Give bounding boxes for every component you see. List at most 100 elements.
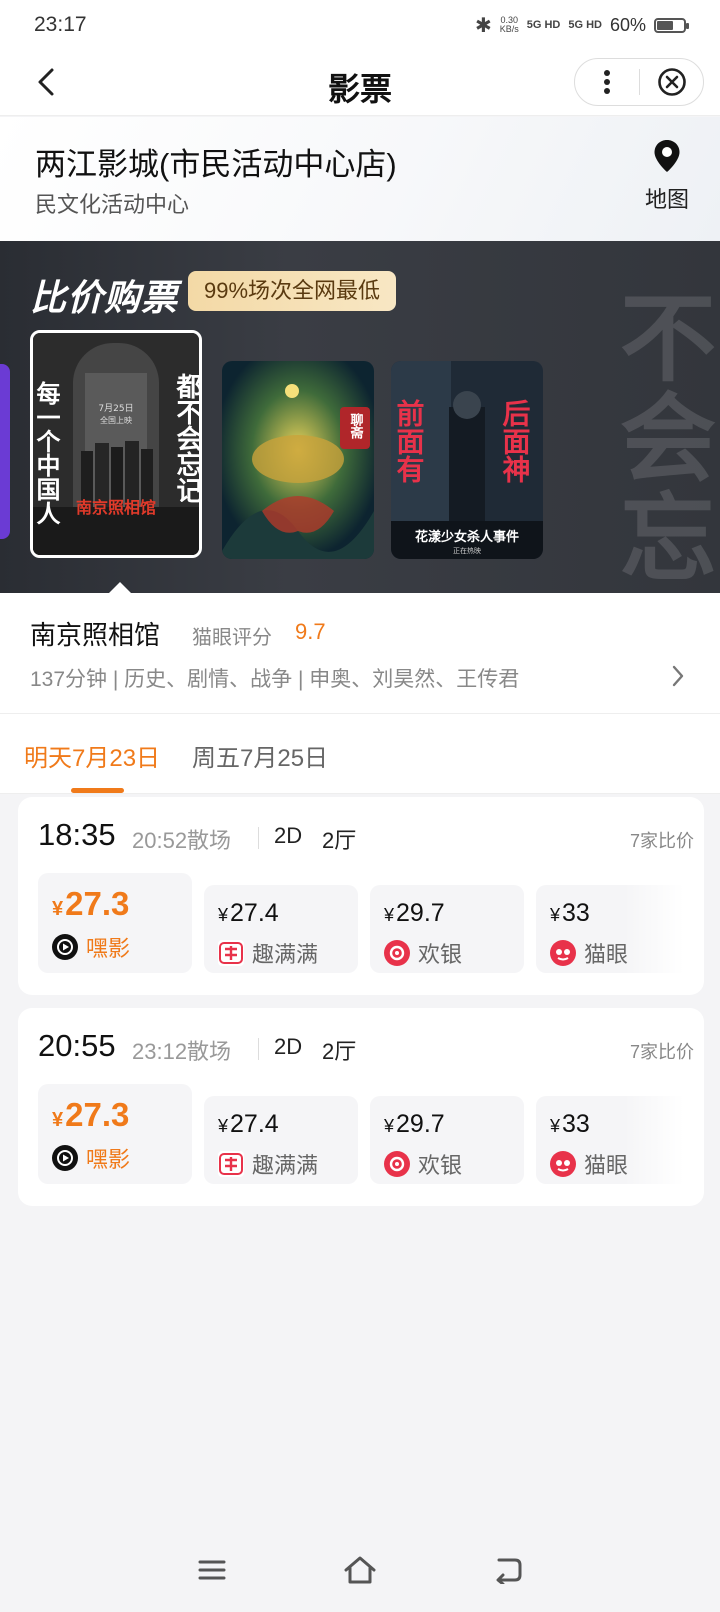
platform-name: 趣满满 [252, 1153, 319, 1178]
map-label: 地图 [644, 187, 689, 212]
qumanman-icon [218, 940, 244, 966]
platform-name: 欢银 [418, 1153, 463, 1178]
poster-release-text: 全国上映 [100, 415, 132, 425]
price-card[interactable]: ¥29.7 欢银 [370, 1096, 524, 1184]
price: ¥27.3 [52, 885, 129, 923]
price: ¥27.3 [52, 1096, 129, 1134]
price-card[interactable]: ¥27.4 趣满满 [204, 1096, 358, 1184]
price-card[interactable]: ¥27.3 嘿影 [38, 1084, 192, 1184]
huanyin-icon [384, 1151, 410, 1177]
bluetooth-icon: ✱ [474, 14, 492, 37]
price: ¥29.7 [384, 1110, 445, 1139]
poster-date-text: 7月25日 [98, 403, 133, 414]
more-icon[interactable] [575, 69, 639, 95]
heiying-icon [52, 934, 78, 960]
price-value: 33 [562, 1110, 590, 1138]
promo-title: 比价购票 [30, 277, 179, 318]
nav-bar: 影票 [0, 50, 720, 116]
showtime-end: 20:52散场 [132, 828, 232, 853]
system-nav-bar [0, 1532, 720, 1612]
yen-symbol: ¥ [52, 1109, 64, 1131]
price-row: ¥27.3 嘿影 ¥27.4 趣满满 ¥29.7 欢银 ¥33 猫眼 [38, 1084, 684, 1188]
price: ¥27.4 [218, 1110, 279, 1139]
qumanman-icon [218, 1151, 244, 1177]
platform: 猫眼 [550, 1148, 628, 1180]
chevron-right-icon[interactable] [670, 663, 686, 694]
close-icon[interactable] [640, 67, 703, 97]
home-icon[interactable] [343, 1555, 377, 1590]
signal-icon-2: 5G HD [568, 19, 602, 31]
poster-right-text: 后面神 [499, 399, 532, 483]
status-bar: 23:17 ✱ 0.30 KB/s 5G HD 5G HD 60% [0, 0, 720, 50]
price-value: 29.7 [396, 1110, 445, 1138]
poster-seal-text: 聊斋 [348, 412, 365, 440]
price: ¥33 [550, 1110, 590, 1139]
selected-pointer [108, 582, 132, 593]
cinema-address: 民文化活动中心 [35, 192, 190, 217]
showtime-card[interactable]: 18:35 20:52散场 2D 2厅 7家比价 ¥27.3 嘿影 ¥27.4 … [18, 797, 704, 995]
platform: 嘿影 [52, 931, 130, 963]
showtime-start: 20:55 [38, 1028, 116, 1063]
rating-value: 9.7 [295, 619, 326, 644]
maoyan-icon [550, 940, 576, 966]
net-speed-unit: KB/s [499, 24, 519, 34]
rating-label: 猫眼评分 [192, 627, 272, 649]
showtime-hall: 2厅 [322, 1039, 357, 1064]
heiying-icon [52, 1145, 78, 1171]
divider [258, 827, 259, 849]
movie-info[interactable]: 南京照相馆 猫眼评分 9.7 137分钟 | 历史、剧情、战争 | 申奥、刘昊然… [0, 593, 720, 714]
poster-partial[interactable] [0, 364, 10, 539]
cinema-name: 两江影城(市民活动中心店) [35, 147, 397, 182]
poster-left-text: 前面有 [393, 398, 426, 483]
back-nav-icon[interactable] [493, 1556, 523, 1589]
status-time: 23:17 [34, 13, 87, 36]
price-row: ¥27.3 嘿影 ¥27.4 趣满满 ¥29.7 欢银 ¥33 猫眼 [38, 873, 684, 977]
compare-count: 7家比价 [629, 831, 694, 851]
price-card[interactable]: ¥29.7 欢银 [370, 885, 524, 973]
promo-badge: 99%场次全网最低 [188, 271, 397, 311]
huanyin-icon [384, 940, 410, 966]
mini-program-capsule [574, 58, 704, 106]
yen-symbol: ¥ [384, 1116, 395, 1136]
map-button[interactable]: 地图 [642, 139, 692, 214]
yen-symbol: ¥ [550, 905, 561, 925]
yen-symbol: ¥ [384, 905, 395, 925]
maoyan-icon [550, 1151, 576, 1177]
tab-date-2[interactable]: 周五7月25日 [192, 738, 328, 773]
poster-bottom-text: 花漾少女杀人事件 [415, 529, 519, 545]
cinema-header: 两江影城(市民活动中心店) 民文化活动中心 地图 [0, 117, 720, 241]
price-value: 29.7 [396, 899, 445, 927]
fade-overlay [624, 1084, 684, 1188]
price-value: 27.3 [65, 1096, 130, 1133]
poster-horror[interactable]: 前面有 后面神 花漾少女杀人事件 正在热映 [391, 361, 543, 559]
price-value: 27.3 [65, 885, 130, 922]
price-value: 27.4 [230, 1110, 279, 1138]
platform: 趣满满 [218, 1148, 318, 1180]
battery-icon [654, 17, 689, 33]
price-value: 27.4 [230, 899, 279, 927]
platform-name: 欢银 [418, 942, 463, 967]
poster-sub-text: 正在热映 [453, 546, 481, 555]
showtime-card[interactable]: 20:55 23:12散场 2D 2厅 7家比价 ¥27.3 嘿影 ¥27.4 … [18, 1008, 704, 1206]
showtime-format: 2D [274, 823, 303, 848]
platform: 欢银 [384, 937, 462, 969]
battery-percent: 60% [609, 14, 646, 35]
price-card[interactable]: ¥27.3 嘿影 [38, 873, 192, 973]
poster-right-text: 都不会忘记 [172, 373, 199, 503]
platform-name: 嘿影 [86, 1147, 131, 1172]
compare-count: 7家比价 [629, 1042, 694, 1062]
fade-overlay [624, 873, 684, 977]
poster-carousel: 不 会 忘 比价购票 99%场次全网最低 每一个中国人 都不会忘记 7月25日 … [0, 241, 720, 593]
poster-nanjing-photo-studio[interactable]: 每一个中国人 都不会忘记 7月25日 全国上映 南京照相馆 [30, 330, 202, 558]
divider [258, 1038, 259, 1060]
menu-icon[interactable] [197, 1558, 227, 1587]
platform: 猫眼 [550, 937, 628, 969]
price-card[interactable]: ¥27.4 趣满满 [204, 885, 358, 973]
tab-date-1[interactable]: 明天7月23日 [24, 738, 160, 773]
platform: 嘿影 [52, 1142, 130, 1174]
showtime-hall: 2厅 [322, 828, 357, 853]
poster-liaozhai[interactable]: 聊斋 [222, 361, 374, 559]
platform-name: 趣满满 [252, 942, 319, 967]
platform-name: 嘿影 [86, 936, 131, 961]
showtime-format: 2D [274, 1034, 303, 1059]
